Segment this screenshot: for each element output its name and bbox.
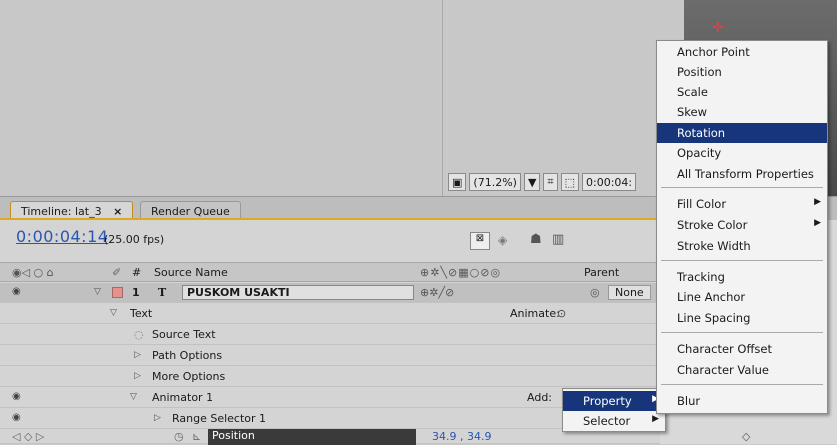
menu-item-label: Stroke Color <box>677 218 748 232</box>
expand-triangle-icon[interactable]: ▽ <box>94 287 101 297</box>
expand-triangle-icon[interactable]: ▷ <box>134 371 141 381</box>
tab-label: Timeline: lat_3 <box>21 205 102 218</box>
layer-number-header: # <box>132 266 142 279</box>
menu-item-label: Property <box>583 394 632 408</box>
text-layer-icon: T <box>158 286 167 299</box>
source-text-label: Source Text <box>152 328 216 341</box>
label-icon[interactable]: ✐ <box>112 266 121 279</box>
switches-icon[interactable]: ⊕✲╲⊘▦○⊘◎ <box>420 266 501 279</box>
viewer-timecode[interactable]: 0:00:04: <box>582 173 637 191</box>
menu-item-character-value[interactable]: Character Value <box>657 360 827 380</box>
menu-separator <box>661 384 823 385</box>
menu-separator <box>661 187 823 188</box>
grid-icon[interactable]: ⌗ <box>543 173 558 191</box>
text-group-label: Text <box>130 307 153 320</box>
chevron-down-icon[interactable]: ▼ <box>523 173 541 191</box>
composition-panel-left <box>0 0 440 196</box>
position-value[interactable]: 34.9 , 34.9 <box>432 430 491 443</box>
layer-number: 1 <box>132 286 140 299</box>
expand-triangle-icon[interactable]: ▷ <box>154 413 161 423</box>
animator-label: Animator 1 <box>152 391 214 404</box>
expand-triangle-icon[interactable]: ▽ <box>130 392 137 402</box>
close-icon[interactable]: × <box>113 205 122 218</box>
stopwatch-icon[interactable]: ◷ <box>174 430 184 443</box>
menu-item-property[interactable]: Property ▶ <box>563 391 665 411</box>
position-property[interactable]: Position <box>208 429 416 445</box>
menu-item-fill-color[interactable]: Fill Color ▶ <box>657 194 827 214</box>
menu-item-all-transform[interactable]: All Transform Properties <box>657 164 827 184</box>
menu-separator <box>661 260 823 261</box>
menu-item-rotation[interactable]: Rotation <box>657 123 827 143</box>
menu-item-scale[interactable]: Scale <box>657 82 827 102</box>
menu-item-label: Selector <box>583 414 631 428</box>
frame-blending-icon[interactable]: ▥ <box>552 232 564 247</box>
layer-row[interactable]: ◉ ▽ 1 T PUSKOM USAKTI ⊕✲╱⊘ ◎ None <box>0 283 660 303</box>
layer-column-header: ◉◁ ○ ⌂ ✐ # Source Name ⊕✲╲⊘▦○⊘◎ Parent <box>0 262 660 282</box>
anchor-crosshair-icon: ✛ <box>712 20 724 36</box>
shy-layers-icon[interactable]: ☗ <box>530 232 542 247</box>
text-group-row[interactable]: ▽ Text Animate: ⊙ <box>0 304 660 324</box>
animator-row[interactable]: ◉ ▽ Animator 1 Add: <box>0 388 660 408</box>
animate-label: Animate: <box>510 307 560 320</box>
source-name-header[interactable]: Source Name <box>154 266 228 279</box>
parent-header[interactable]: Parent <box>584 266 619 279</box>
menu-item-label: Fill Color <box>677 197 727 211</box>
layer-switches-icon[interactable]: ⊕✲╱⊘ <box>420 286 454 299</box>
pickwhip-icon[interactable]: ◎ <box>590 286 600 299</box>
menu-item-tracking[interactable]: Tracking <box>657 267 827 287</box>
submenu-arrow-icon: ▶ <box>814 218 821 228</box>
keyframe-nav-icon[interactable]: ◁ ◇ ▷ <box>12 430 44 443</box>
keyframe-diamond-icon[interactable]: ◇ <box>742 430 750 443</box>
menu-item-line-anchor[interactable]: Line Anchor <box>657 287 827 307</box>
path-options-row[interactable]: ▷ Path Options <box>0 346 660 366</box>
eye-icon[interactable]: ◉ <box>12 286 21 297</box>
layer-name[interactable]: PUSKOM USAKTI <box>182 285 414 300</box>
add-menu: Property ▶ Selector ▶ <box>562 388 666 432</box>
zoom-dropdown[interactable]: (71.2%) <box>469 173 521 191</box>
composition-viewer[interactable] <box>442 0 684 196</box>
path-options-label: Path Options <box>152 349 223 362</box>
menu-separator <box>661 332 823 333</box>
submenu-arrow-icon: ▶ <box>652 414 659 424</box>
range-selector-label: Range Selector 1 <box>172 412 267 425</box>
menu-item-blur[interactable]: Blur <box>657 391 827 411</box>
eye-icon[interactable]: ◉ <box>12 412 21 423</box>
position-row[interactable]: ◁ ◇ ▷ ◷ ⊾ Position 34.9 , 34.9 ◇ <box>0 429 750 445</box>
expand-triangle-icon[interactable]: ▷ <box>134 350 141 360</box>
menu-item-character-offset[interactable]: Character Offset <box>657 339 827 359</box>
menu-item-line-spacing[interactable]: Line Spacing <box>657 308 827 328</box>
parent-dropdown[interactable]: None <box>608 285 651 300</box>
label-color-swatch[interactable] <box>112 287 123 298</box>
graph-icon[interactable]: ⊾ <box>192 430 201 443</box>
menu-item-skew[interactable]: Skew <box>657 102 827 122</box>
av-features-icon[interactable]: ◉◁ ○ ⌂ <box>12 266 54 279</box>
menu-item-stroke-color[interactable]: Stroke Color ▶ <box>657 215 827 235</box>
comp-mini-flowchart-icon[interactable]: ⊠ <box>470 232 490 250</box>
menu-item-stroke-width[interactable]: Stroke Width <box>657 236 827 256</box>
animate-menu-icon[interactable]: ⊙ <box>557 307 566 320</box>
source-text-row[interactable]: ◌ Source Text <box>0 325 660 345</box>
menu-item-selector[interactable]: Selector ▶ <box>563 411 665 431</box>
stopwatch-icon[interactable]: ◌ <box>134 328 144 341</box>
fps-label: (25.00 fps) <box>104 233 165 246</box>
menu-item-position[interactable]: Position <box>657 62 827 82</box>
monitor-icon[interactable]: ▣ <box>448 173 467 191</box>
current-time-display[interactable]: 0:00:04:14 <box>16 227 108 246</box>
expand-triangle-icon[interactable]: ▽ <box>110 308 117 318</box>
property-menu: Anchor Point Position Scale Skew Rotatio… <box>656 40 828 414</box>
more-options-label: More Options <box>152 370 226 383</box>
submenu-arrow-icon: ▶ <box>814 197 821 207</box>
add-label: Add: <box>527 391 553 404</box>
menu-item-opacity[interactable]: Opacity <box>657 143 827 163</box>
menu-item-anchor-point[interactable]: Anchor Point <box>657 42 827 62</box>
range-selector-row[interactable]: ◉ ▷ Range Selector 1 <box>0 409 660 429</box>
eye-icon[interactable]: ◉ <box>12 391 21 402</box>
draft-3d-icon[interactable]: ◈ <box>498 233 507 247</box>
viewer-toolbar: ▣ (71.2%) ▼ ⌗ ⬚ 0:00:04: <box>442 170 684 194</box>
more-options-row[interactable]: ▷ More Options <box>0 367 660 387</box>
region-icon[interactable]: ⬚ <box>560 173 580 191</box>
